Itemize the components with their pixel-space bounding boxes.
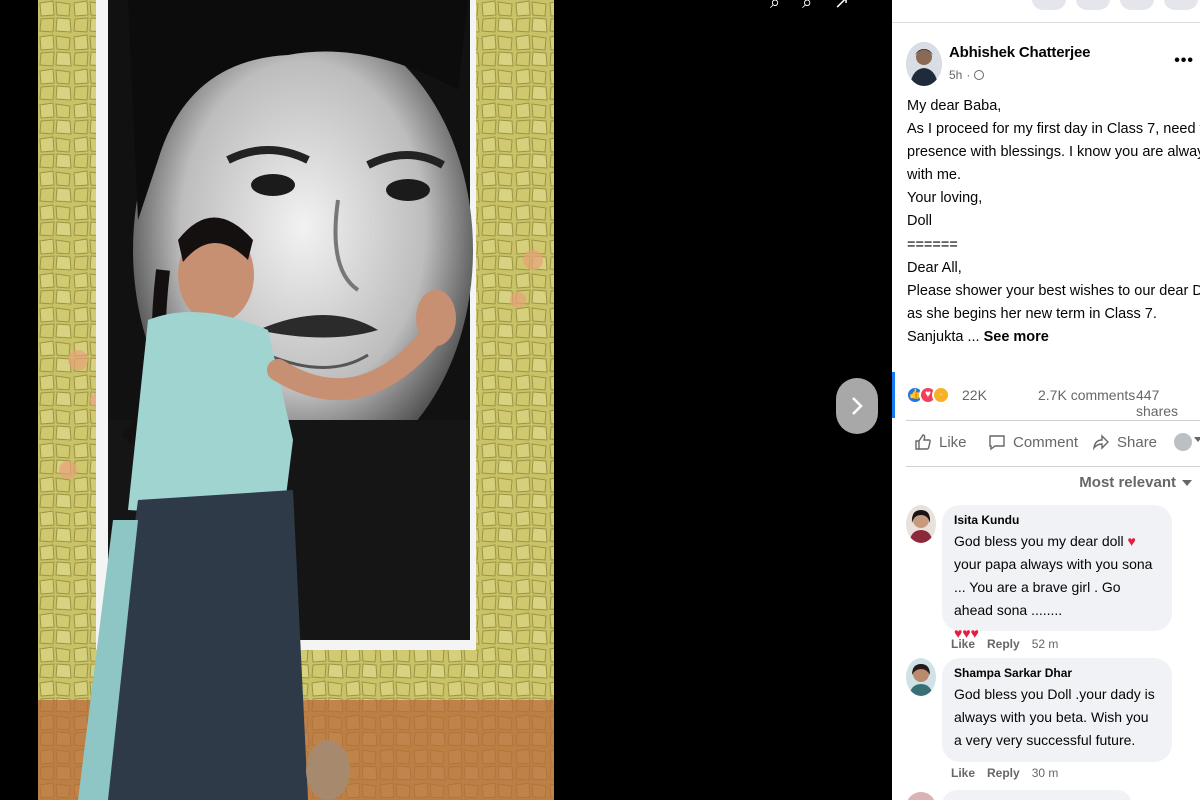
comment-bubble: Shampa Sarkar Dhar God bless you Doll .y… [942, 658, 1172, 762]
messenger-button[interactable] [1076, 0, 1110, 10]
comment-label: Comment [1013, 433, 1079, 451]
post-line: As I proceed for my first day in Class 7… [907, 121, 1200, 138]
post-line: Please shower your best wishes to our de… [907, 282, 1200, 299]
share-button[interactable]: Share [1092, 433, 1157, 451]
next-photo-button[interactable] [836, 378, 878, 434]
post-text: My dear Baba, As I proceed for my first … [907, 95, 1200, 349]
comment-text-part: God bless you my dear doll [954, 533, 1128, 549]
comment-time[interactable]: 30 m [1032, 766, 1059, 780]
comment-meta: Like Reply 52 m [951, 637, 1058, 651]
post-side-panel: Abhishek Chatterjee 5h · ••• My dear Bab… [892, 0, 1200, 800]
zoom-icon[interactable]: ⌕ [802, 0, 812, 13]
commenter-name[interactable]: Isita Kundu [954, 513, 1160, 527]
post-line: with me. [907, 167, 961, 184]
comment-meta: Like Reply 30 m [951, 766, 1058, 780]
like-label: Like [939, 433, 967, 451]
photo-viewer: ⌕ ⌕ ↗ [0, 0, 892, 800]
post-header: Abhishek Chatterjee 5h · ••• [906, 42, 1196, 88]
thumbs-up-icon [915, 434, 931, 450]
fullscreen-icon[interactable]: ↗ [834, 0, 849, 13]
commenter-avatar[interactable] [906, 505, 936, 543]
more-options-button[interactable]: ••• [1174, 52, 1194, 70]
chevron-down-icon [1182, 479, 1192, 486]
reaction-summary: 👍 ♥ · 22K 2.7K comments 447 shares [906, 384, 1200, 419]
comment-like-button[interactable]: Like [951, 637, 975, 651]
like-button[interactable]: Like [914, 433, 967, 451]
comment-sort-button[interactable]: Most relevant [1079, 474, 1192, 491]
share-label: Share [1117, 433, 1158, 451]
post-line: My dear Baba, [907, 98, 1002, 114]
search-icon[interactable]: ⌕ [770, 0, 780, 13]
comment-time[interactable]: 52 m [1032, 637, 1059, 651]
commenter-avatar[interactable] [906, 658, 936, 696]
post-actions: Like Comment Share [906, 428, 1200, 460]
sort-label: Most relevant [1079, 474, 1176, 491]
globe-icon [974, 70, 985, 80]
author-avatar[interactable] [906, 42, 942, 86]
post-line: Your loving, [907, 190, 983, 207]
reaction-icons[interactable]: 👍 ♥ · [906, 386, 950, 404]
post-meta: 5h · [949, 68, 985, 82]
post-line: as she begins her new term in Class 7. [907, 305, 1157, 322]
chevron-right-icon [852, 397, 863, 415]
menu-button[interactable] [1032, 0, 1066, 10]
post-line: Doll [907, 213, 932, 230]
comment-text: God bless you my dear doll ♥ your papa a… [954, 530, 1160, 645]
comment-reply-button[interactable]: Reply [987, 766, 1020, 780]
profile-selector-avatar[interactable] [1174, 433, 1192, 451]
divider [892, 22, 1200, 23]
account-button[interactable] [1164, 0, 1198, 10]
comment-icon [989, 435, 1005, 451]
comment-count[interactable]: 2.7K comments [1038, 387, 1135, 403]
post-line: Sanjukta ... [907, 328, 980, 345]
post-line: presence with blessings. I know you are … [907, 144, 1200, 161]
notifications-button[interactable] [1120, 0, 1154, 10]
comment-bubble: Isita Kundu God bless you my dear doll ♥… [942, 505, 1172, 641]
sad-reaction-icon: · [932, 386, 950, 404]
share-count[interactable]: 447 shares [1136, 387, 1200, 419]
comment-text-part: your papa always with you sona ... You a… [954, 556, 1153, 618]
post-line-last: Sanjukta ... See more [907, 326, 1197, 349]
author-name[interactable]: Abhishek Chatterjee [949, 44, 1090, 61]
next-commenter-avatar[interactable] [906, 792, 936, 800]
comment-bubble [942, 790, 1132, 800]
viewer-toolbar: ⌕ ⌕ ↗ [770, 0, 849, 13]
comment-like-button[interactable]: Like [951, 766, 975, 780]
post-line: Dear All, [907, 259, 962, 276]
see-more-link[interactable]: See more [984, 329, 1049, 345]
post-line: ====== [907, 236, 958, 253]
commenter-name[interactable]: Shampa Sarkar Dhar [954, 666, 1160, 680]
comment-reply-button[interactable]: Reply [987, 637, 1020, 651]
reaction-count[interactable]: 22K [962, 387, 987, 403]
comment-text: God bless you Doll .your dady is always … [954, 686, 1155, 748]
divider [906, 466, 1200, 467]
share-icon [1092, 434, 1109, 451]
panel-topbar [1032, 0, 1198, 10]
chevron-down-icon[interactable] [1194, 437, 1200, 442]
comment-button[interactable]: Comment [988, 433, 1078, 451]
post-time[interactable]: 5h [949, 68, 962, 82]
divider [906, 420, 1200, 421]
heart-emoji-icon: ♥ [1127, 533, 1136, 549]
focus-indicator [892, 372, 895, 418]
post-photo [38, 0, 554, 800]
